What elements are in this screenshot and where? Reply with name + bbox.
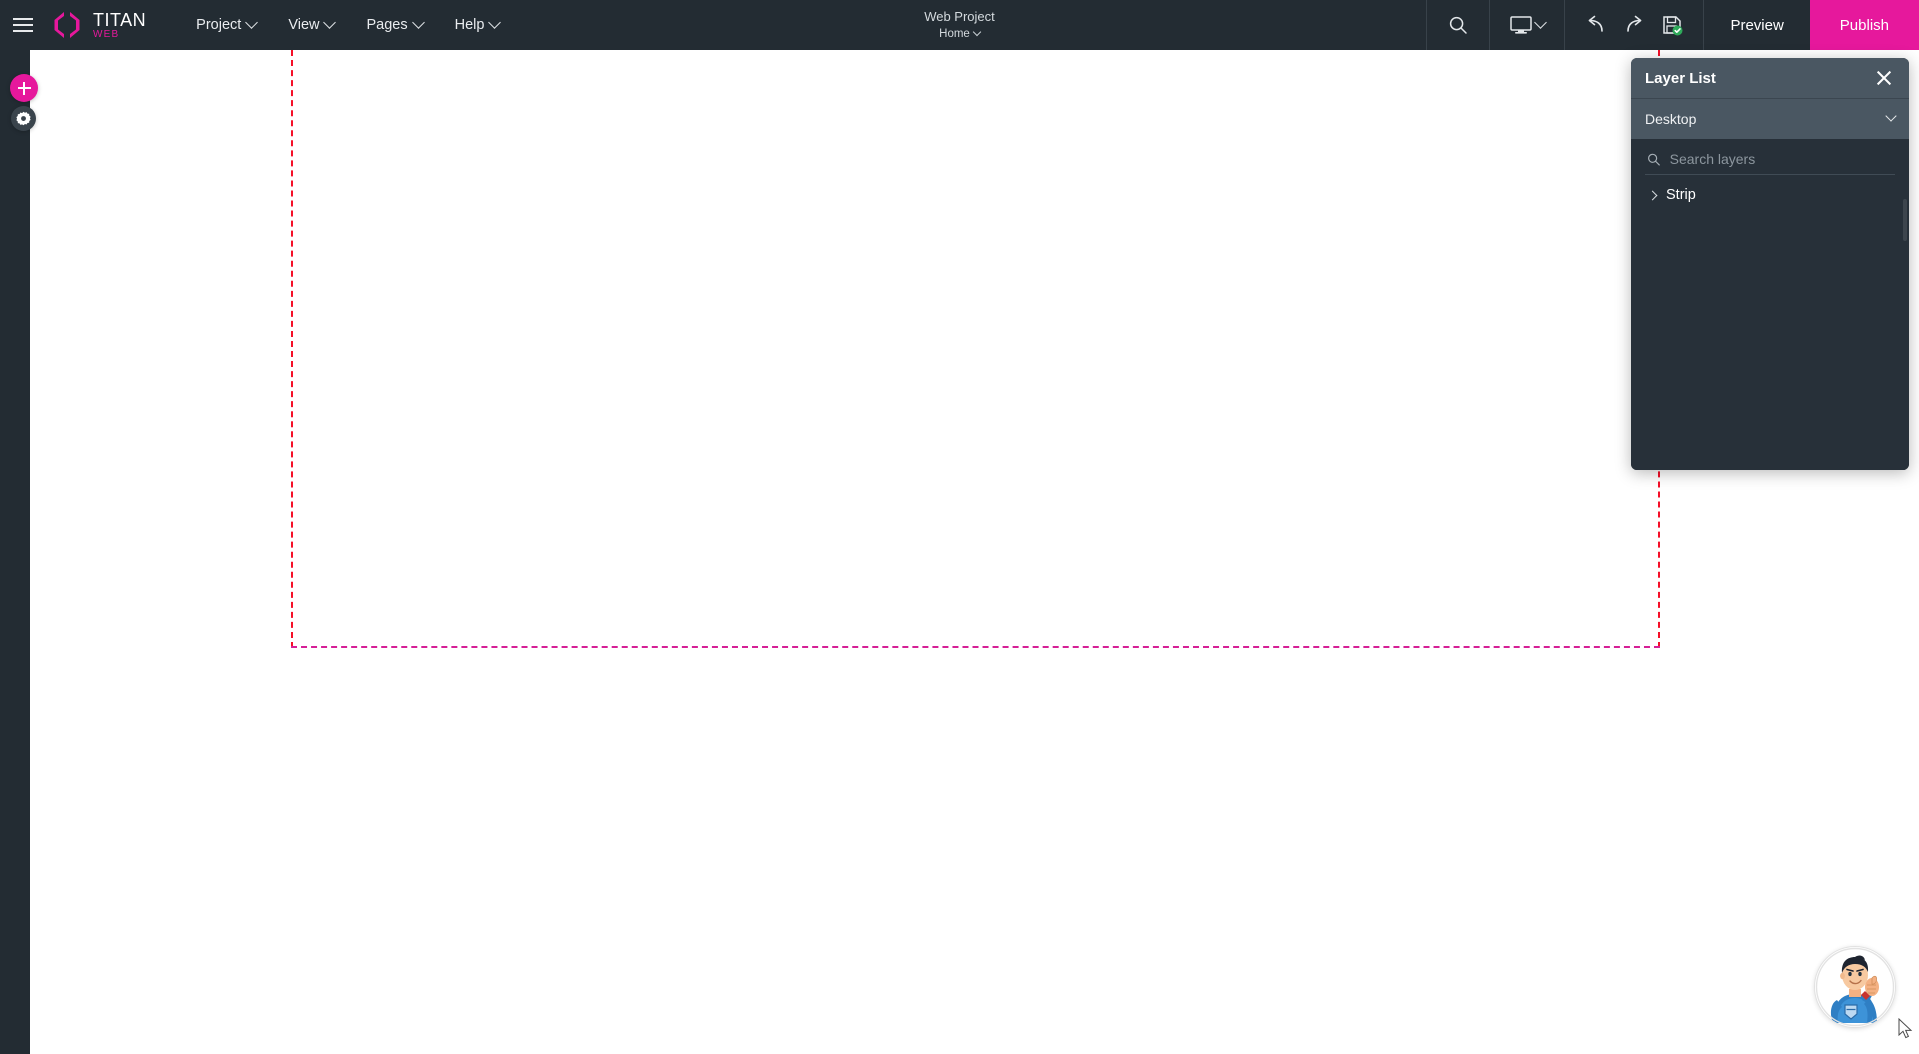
layer-panel-body: Strip xyxy=(1631,139,1909,470)
undo-arrow-icon xyxy=(1589,15,1604,32)
viewport-selector[interactable]: Desktop xyxy=(1631,98,1909,139)
chevron-down-icon xyxy=(1534,15,1548,29)
hamburger-line xyxy=(13,18,33,20)
publish-button[interactable]: Publish xyxy=(1809,0,1919,50)
history-group xyxy=(1564,0,1703,50)
layer-list-panel: Layer List Desktop Strip xyxy=(1631,58,1909,470)
menu-pages[interactable]: Pages xyxy=(364,11,425,39)
preview-button[interactable]: Preview xyxy=(1703,0,1809,50)
left-sidebar xyxy=(0,50,38,1054)
canvas-guide-left xyxy=(291,50,293,648)
logo-subtitle: WEB xyxy=(93,28,120,40)
hamburger-line xyxy=(13,24,33,26)
layer-search-input[interactable] xyxy=(1669,151,1893,167)
layer-panel-header: Layer List xyxy=(1631,58,1909,98)
project-name: Web Project xyxy=(924,8,995,24)
close-icon[interactable] xyxy=(1873,67,1895,89)
app-logo[interactable]: TITAN WEB xyxy=(50,9,146,41)
page-selector-label: Home xyxy=(939,27,970,40)
page-selector[interactable]: Home xyxy=(939,27,982,41)
main-menu-bar: Project View Pages Help xyxy=(194,11,502,39)
chevron-right-icon[interactable] xyxy=(1647,190,1658,200)
logo-title: TITAN xyxy=(93,9,147,30)
layer-item-label: Strip xyxy=(1666,187,1696,203)
settings-button[interactable] xyxy=(11,106,36,131)
menu-view-label: View xyxy=(288,17,320,33)
chevron-down-icon xyxy=(323,15,337,29)
undo-button[interactable] xyxy=(1577,6,1615,44)
layer-item-strip[interactable]: Strip xyxy=(1645,175,1895,207)
layer-panel-scrollbar[interactable] xyxy=(1903,199,1907,241)
menu-project-label: Project xyxy=(196,17,242,33)
top-toolbar: TITAN WEB Project View Pages Help Web Pr… xyxy=(0,0,1919,50)
chevron-down-icon xyxy=(488,15,502,29)
floppy-save-icon xyxy=(1663,16,1683,36)
viewport-selector-label: Desktop xyxy=(1645,111,1697,127)
chevron-down-icon xyxy=(245,15,259,29)
canvas-guide-bottom xyxy=(291,646,1660,648)
layer-panel-title: Layer List xyxy=(1645,69,1716,87)
search-button[interactable] xyxy=(1439,6,1477,44)
chevron-down-icon xyxy=(411,15,425,29)
hamburger-menu-icon[interactable] xyxy=(0,0,46,50)
toolbar-actions: Preview Publish xyxy=(1426,0,1919,50)
add-element-button[interactable] xyxy=(10,74,38,102)
chevron-down-icon xyxy=(1885,110,1897,122)
gear-icon xyxy=(16,111,31,126)
search-group xyxy=(1426,0,1489,50)
superhero-thumbs-up-icon xyxy=(1815,947,1895,1027)
menu-help[interactable]: Help xyxy=(453,11,502,39)
hamburger-line xyxy=(13,30,33,32)
device-group xyxy=(1489,0,1564,50)
device-switcher[interactable] xyxy=(1502,15,1552,35)
save-button[interactable] xyxy=(1653,6,1691,44)
menu-view[interactable]: View xyxy=(286,11,337,39)
menu-pages-label: Pages xyxy=(366,17,408,33)
menu-help-label: Help xyxy=(454,17,485,33)
support-hero-avatar[interactable] xyxy=(1814,946,1896,1028)
search-icon xyxy=(1450,16,1468,34)
redo-button[interactable] xyxy=(1615,6,1653,44)
titan-hexagon-logo-icon xyxy=(54,12,80,38)
menu-project[interactable]: Project xyxy=(194,11,259,39)
search-icon xyxy=(1648,153,1660,166)
layer-search-row xyxy=(1645,139,1895,175)
redo-arrow-icon xyxy=(1627,15,1642,32)
chevron-down-icon xyxy=(972,27,982,36)
desktop-monitor-icon xyxy=(1510,16,1533,34)
